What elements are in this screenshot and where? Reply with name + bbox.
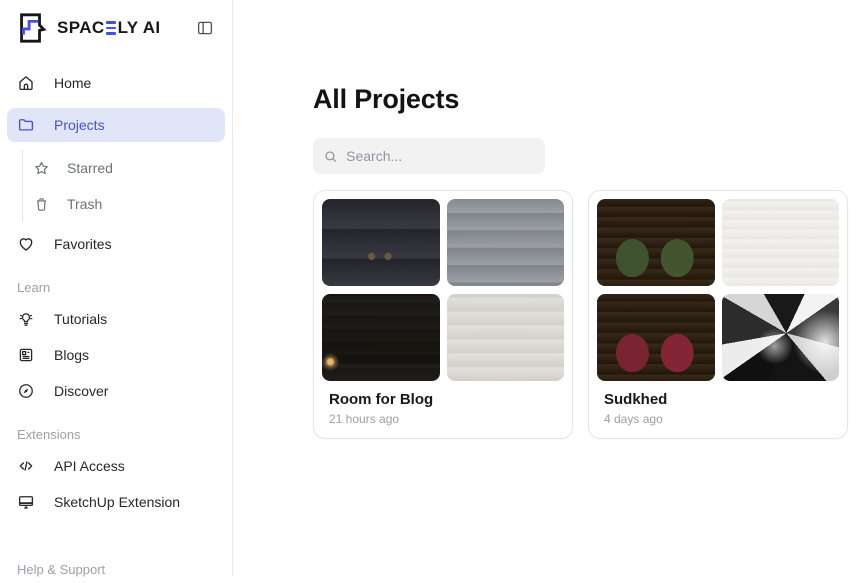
project-thumbnail — [322, 199, 440, 286]
stylized-e-glyph — [106, 21, 116, 34]
sidebar-item-projects[interactable]: Projects — [7, 108, 225, 142]
search-input[interactable] — [346, 148, 535, 164]
thumbnail-grid — [322, 199, 564, 381]
sidebar-header: SPAC LY AI — [0, 0, 232, 56]
project-thumbnail — [447, 294, 565, 381]
sidebar-item-label: Trash — [67, 196, 102, 212]
sidebar-item-label: Projects — [54, 117, 105, 133]
project-timestamp: 4 days ago — [604, 412, 831, 426]
search-box — [313, 138, 545, 174]
project-card[interactable]: Sudkhed 4 days ago — [588, 190, 848, 439]
page-title: All Projects — [313, 84, 849, 115]
sidebar-item-label: Starred — [67, 160, 113, 176]
sidebar: SPAC LY AI Home Projects — [0, 0, 233, 576]
trash-icon — [33, 196, 50, 213]
star-icon — [33, 160, 50, 177]
code-icon — [17, 457, 35, 475]
help-support-section-header: Help & Support — [7, 544, 225, 583]
sidebar-item-label: SketchUp Extension — [54, 494, 180, 510]
sidebar-item-sketchup-extension[interactable]: SketchUp Extension — [7, 484, 225, 520]
sidebar-item-label: Blogs — [54, 347, 89, 363]
brand-wordmark: SPAC LY AI — [57, 18, 161, 38]
card-info: Sudkhed 4 days ago — [597, 381, 839, 426]
sidebar-item-label: Discover — [54, 383, 108, 399]
wordmark-right: LY AI — [118, 18, 161, 38]
project-title: Room for Blog — [329, 391, 556, 408]
sidebar-item-tutorials[interactable]: Tutorials — [7, 301, 225, 337]
sidebar-item-label: Tutorials — [54, 311, 107, 327]
sidebar-item-label: API Access — [54, 458, 125, 474]
project-thumbnail — [722, 294, 840, 381]
project-thumbnail — [597, 294, 715, 381]
heart-icon — [17, 235, 35, 253]
learn-section-header: Learn — [7, 262, 225, 301]
sidebar-item-starred[interactable]: Starred — [23, 150, 225, 186]
project-thumbnail — [322, 294, 440, 381]
project-thumbnail — [722, 199, 840, 286]
project-card[interactable]: Room for Blog 21 hours ago — [313, 190, 573, 439]
thumbnail-grid — [597, 199, 839, 381]
main-content: All Projects Room for Blog 21 hours ago — [313, 0, 849, 439]
folder-icon — [17, 116, 35, 134]
home-icon — [17, 74, 35, 92]
project-timestamp: 21 hours ago — [329, 412, 556, 426]
project-thumbnail — [447, 199, 565, 286]
wordmark-left: SPAC — [57, 18, 105, 38]
monitor-icon — [17, 493, 35, 511]
project-thumbnail — [597, 199, 715, 286]
sidebar-item-trash[interactable]: Trash — [23, 186, 225, 222]
sidebar-item-label: Favorites — [54, 236, 112, 252]
newspaper-icon — [17, 346, 35, 364]
sidebar-item-home[interactable]: Home — [7, 66, 225, 100]
project-cards: Room for Blog 21 hours ago Sudkhed 4 day… — [313, 190, 849, 439]
sidebar-collapse-icon[interactable] — [196, 19, 214, 37]
sidebar-item-api-access[interactable]: API Access — [7, 448, 225, 484]
sidebar-item-discover[interactable]: Discover — [7, 373, 225, 409]
card-info: Room for Blog 21 hours ago — [322, 381, 564, 426]
extensions-section-header: Extensions — [7, 409, 225, 448]
sidebar-item-favorites[interactable]: Favorites — [7, 226, 225, 262]
project-title: Sudkhed — [604, 391, 831, 408]
projects-subgroup: Starred Trash — [22, 150, 225, 222]
search-icon — [323, 148, 338, 165]
spacely-logo-icon — [14, 11, 48, 45]
sidebar-item-label: Home — [54, 75, 91, 91]
sidebar-nav: Home Projects Starred Trash — [0, 56, 232, 583]
compass-icon — [17, 382, 35, 400]
lightbulb-icon — [17, 310, 35, 328]
sidebar-item-blogs[interactable]: Blogs — [7, 337, 225, 373]
